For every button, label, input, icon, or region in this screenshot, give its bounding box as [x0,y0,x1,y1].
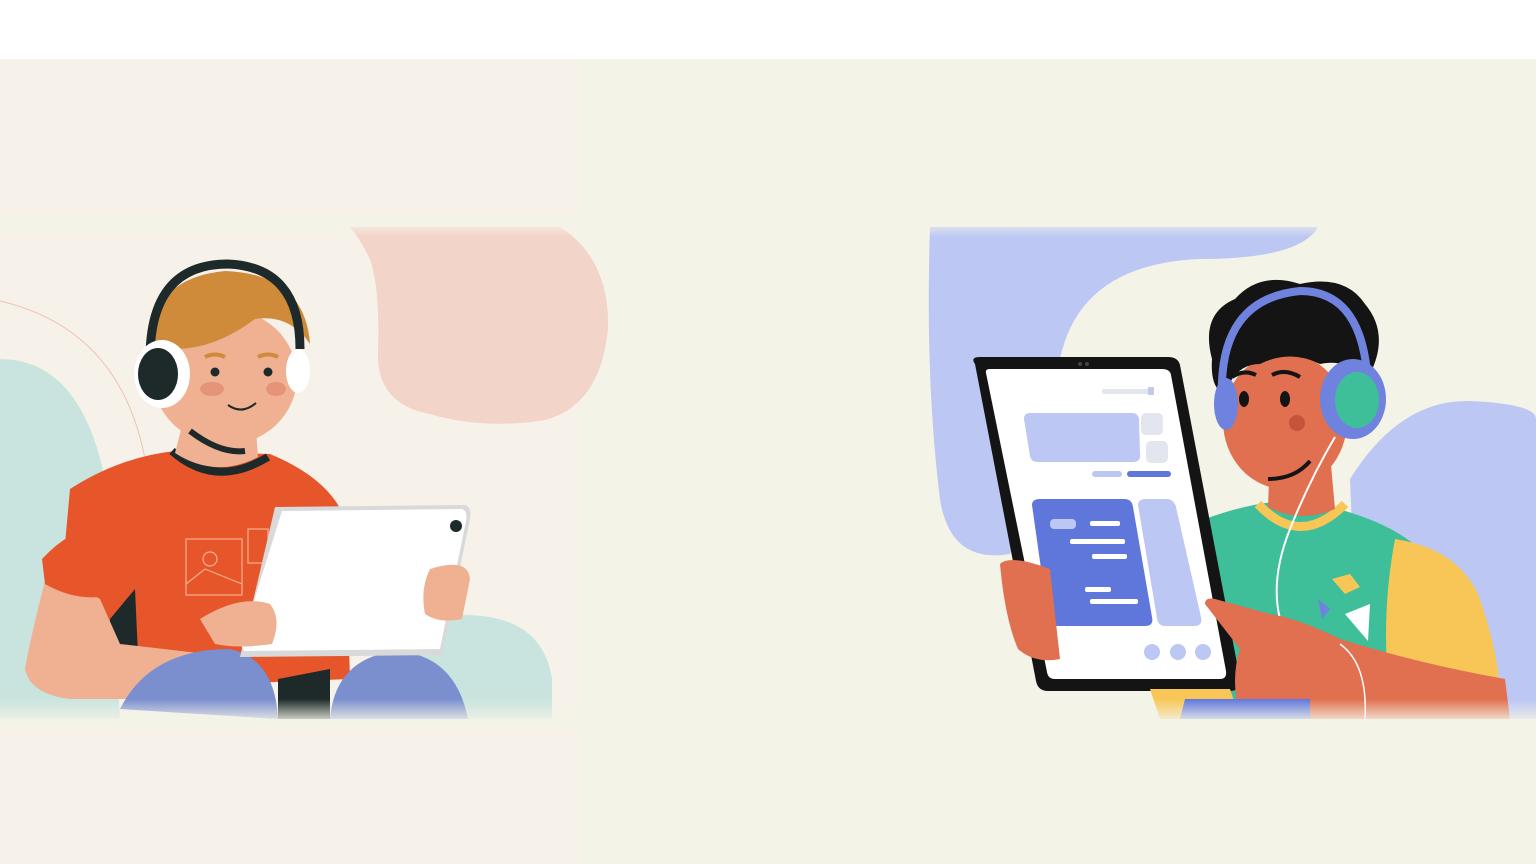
illustration-scene [0,59,1536,864]
top-bar [0,0,1536,59]
right-eye [1280,391,1290,407]
left-panel-bottom [0,724,580,864]
fade-bottom [0,699,1536,724]
right-tablet [973,357,1241,691]
right-eye [263,367,273,377]
screen-card-top [1024,413,1141,462]
right-hand [423,564,470,621]
left-ear-cup [1214,378,1238,430]
left-eye [1239,391,1249,407]
tablet-camera-icon [450,520,462,532]
fade-top [0,219,1536,237]
left-eye [210,367,220,377]
right-ear-cup [286,349,310,393]
right-figure [928,227,1536,720]
illustration-svg [0,59,1536,864]
right-panel-bottom [580,724,1536,864]
